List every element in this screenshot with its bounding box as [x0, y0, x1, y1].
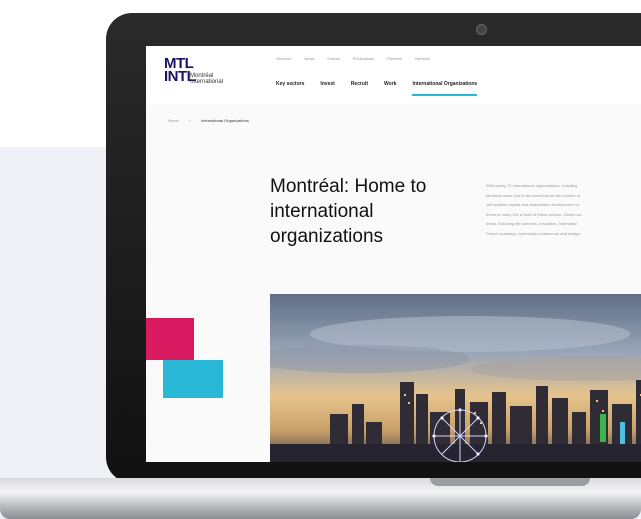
breadcrumb-separator: >: [188, 118, 192, 123]
main-nav-item-key-sectors[interactable]: Key sectors: [276, 81, 304, 96]
intro-paragraph: With nearly 70 international organizatio…: [486, 181, 641, 238]
main-nav-item-invest[interactable]: Invest: [320, 81, 334, 96]
main-nav: Key sectors Invest Recruit Work Internat…: [276, 81, 478, 96]
page-title: Montréal: Home to international organiza…: [270, 176, 427, 247]
utility-nav-item[interactable]: Network: [415, 56, 430, 61]
intro-line: areas, including life sciences, educatio…: [486, 221, 578, 226]
main-nav-item-work[interactable]: Work: [384, 81, 396, 96]
decorative-cyan-square: [163, 360, 223, 398]
utility-nav-item[interactable]: Services: [276, 56, 291, 61]
breadcrumb: Home > International Organizations: [168, 118, 249, 123]
intro-line: civil aviation capital and sustainable d…: [486, 202, 579, 207]
utility-nav-item[interactable]: Events: [327, 56, 339, 61]
breadcrumb-home[interactable]: Home: [168, 118, 179, 123]
intro-line: home to many IOs in both of these sector…: [486, 211, 582, 217]
main-nav-item-international-organizations[interactable]: International Organizations: [412, 81, 478, 96]
intro-line: Montréal ranks 2nd in the Americas for t…: [486, 192, 581, 198]
intro-line: With nearly 70 international organizatio…: [486, 183, 578, 188]
site-logo[interactable]: MTL INTL Montréal International: [164, 56, 223, 85]
main-nav-item-recruit[interactable]: Recruit: [351, 81, 368, 96]
breadcrumb-current: International Organizations: [201, 118, 249, 123]
site-header: MTL INTL Montréal International Services…: [146, 46, 641, 104]
utility-nav-item[interactable]: Partners: [387, 56, 402, 61]
utility-nav-item[interactable]: Publications: [353, 56, 375, 61]
camera-icon: [476, 24, 487, 35]
laptop-screen: MTL INTL Montréal International Services…: [146, 46, 641, 462]
laptop-base-notch: [430, 478, 590, 486]
logo-text: Montréal International: [190, 73, 224, 85]
utility-nav-item[interactable]: News: [304, 56, 314, 61]
decorative-pink-square: [146, 318, 194, 360]
intro-line: French speaking, community endeavours an…: [486, 230, 581, 236]
utility-nav: Services News Events Publications Partne…: [276, 56, 430, 61]
montreal-skyline-image: [270, 294, 641, 462]
